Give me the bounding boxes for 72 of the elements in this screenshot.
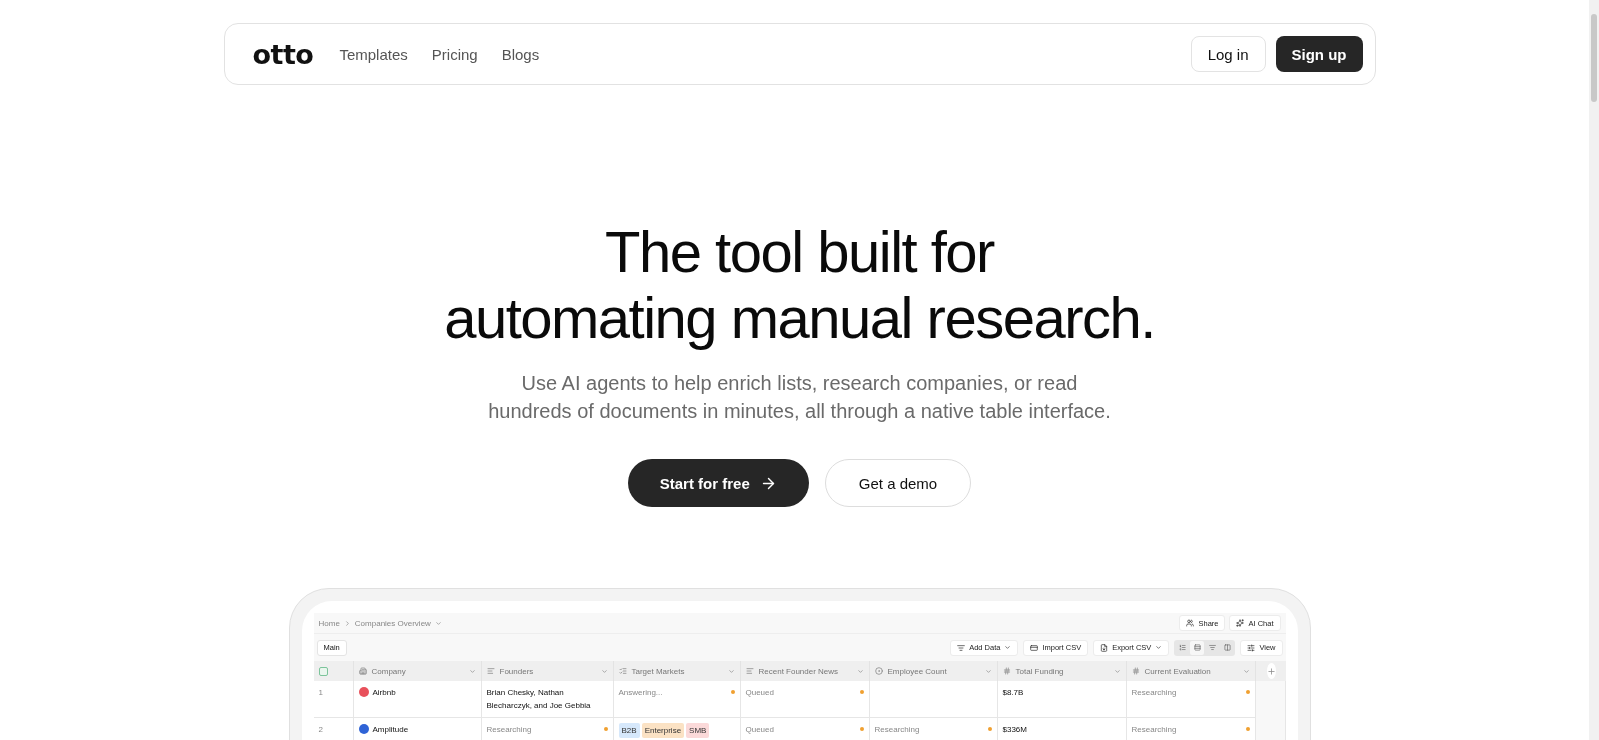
headline: automating manual research. (444, 285, 1155, 351)
status-dot (1245, 727, 1250, 731)
chevron-down-icon (600, 667, 608, 675)
cell-text: Researching (1131, 724, 1178, 736)
column-header[interactable]: Founders (481, 661, 614, 681)
cell-text: Airbnb (372, 687, 397, 699)
add-column-button[interactable] (1266, 663, 1276, 679)
start-button[interactable]: Start for free (627, 459, 809, 507)
status-dot (603, 727, 608, 731)
subtitle: Use AI agents to help enrich lists, research companies, or read hundreds of documents in minutes, all through a native table interface. (488, 371, 1111, 424)
sparkle-icon (1236, 619, 1245, 627)
status-dot (1245, 690, 1250, 694)
chevron-down-icon (1004, 644, 1012, 651)
cell-text: Researching (1131, 687, 1178, 699)
hash-icon (1131, 667, 1140, 675)
chevron-down-icon (1155, 644, 1163, 651)
logo[interactable]: otto (252, 38, 314, 70)
column-header[interactable]: Current Evaluation (1126, 661, 1256, 681)
chevron-down-icon (1113, 667, 1121, 675)
text-lines-icon (486, 667, 495, 675)
chevron-down-icon (856, 667, 864, 675)
plus-icon (1266, 666, 1276, 676)
cell-text: Researching (486, 724, 533, 736)
demo-button[interactable]: Get a demo (824, 459, 972, 507)
tag: SMB (686, 723, 710, 738)
building-icon (358, 667, 367, 675)
login-button[interactable]: Log in (1190, 36, 1266, 72)
nav-link[interactable]: Templates (339, 45, 408, 63)
cell-text: Researching (874, 724, 921, 736)
circle-icon (874, 667, 883, 675)
cell-text: 1 (318, 687, 324, 699)
cell-text: Brian Chesky, Nathan Blecharczyk, and Joe Gebbia (486, 687, 592, 712)
file-icon (1100, 643, 1109, 652)
list-icon (618, 667, 627, 675)
tag: B2B (618, 723, 640, 738)
column-header[interactable]: Company (353, 661, 482, 681)
chevron-right-icon (343, 619, 351, 627)
chevron-down-icon (727, 667, 735, 675)
select-all-checkbox[interactable] (318, 666, 328, 676)
cell-text: 2 (318, 724, 324, 736)
scrollbar[interactable] (1589, 0, 1599, 740)
breadcrumb-link[interactable]: Companies Overview (354, 618, 431, 628)
column-header[interactable]: Target Markets (613, 661, 741, 681)
cell-text: Queued (745, 687, 775, 699)
chevron-down-icon (1242, 667, 1250, 675)
cell-text: Answering... (618, 687, 664, 699)
status-dot (730, 690, 735, 694)
column-header[interactable]: Total Funding (997, 661, 1127, 681)
text-lines-icon (745, 667, 754, 675)
cell-text: $336M (1002, 724, 1028, 736)
column-header[interactable]: Recent Founder News (740, 661, 870, 681)
chevron-down-icon (984, 667, 992, 675)
cell-text: Queued (745, 724, 775, 736)
cell-text: Amplitude (372, 724, 410, 736)
cell-text: $8.7B (1002, 687, 1025, 699)
people-icon (1186, 619, 1195, 627)
signup-button[interactable]: Sign up (1275, 36, 1363, 72)
column-header[interactable]: Employee Count (869, 661, 998, 681)
status-dot (859, 690, 864, 694)
nav-link[interactable]: Pricing (431, 45, 478, 63)
breadcrumb-link[interactable]: Home (318, 618, 340, 628)
sliders-icon (1247, 643, 1256, 652)
chevron-down-icon (468, 667, 476, 675)
chevron-down-icon (434, 619, 442, 627)
status-dot (859, 727, 864, 731)
status-dot (987, 727, 992, 731)
tag: Enterprise (641, 723, 685, 738)
nav-link[interactable]: Blogs (501, 45, 540, 63)
hash-icon (1002, 667, 1011, 675)
headline: The tool built for (604, 219, 996, 285)
row-height-button[interactable] (1190, 640, 1205, 655)
card-icon (1030, 643, 1039, 652)
